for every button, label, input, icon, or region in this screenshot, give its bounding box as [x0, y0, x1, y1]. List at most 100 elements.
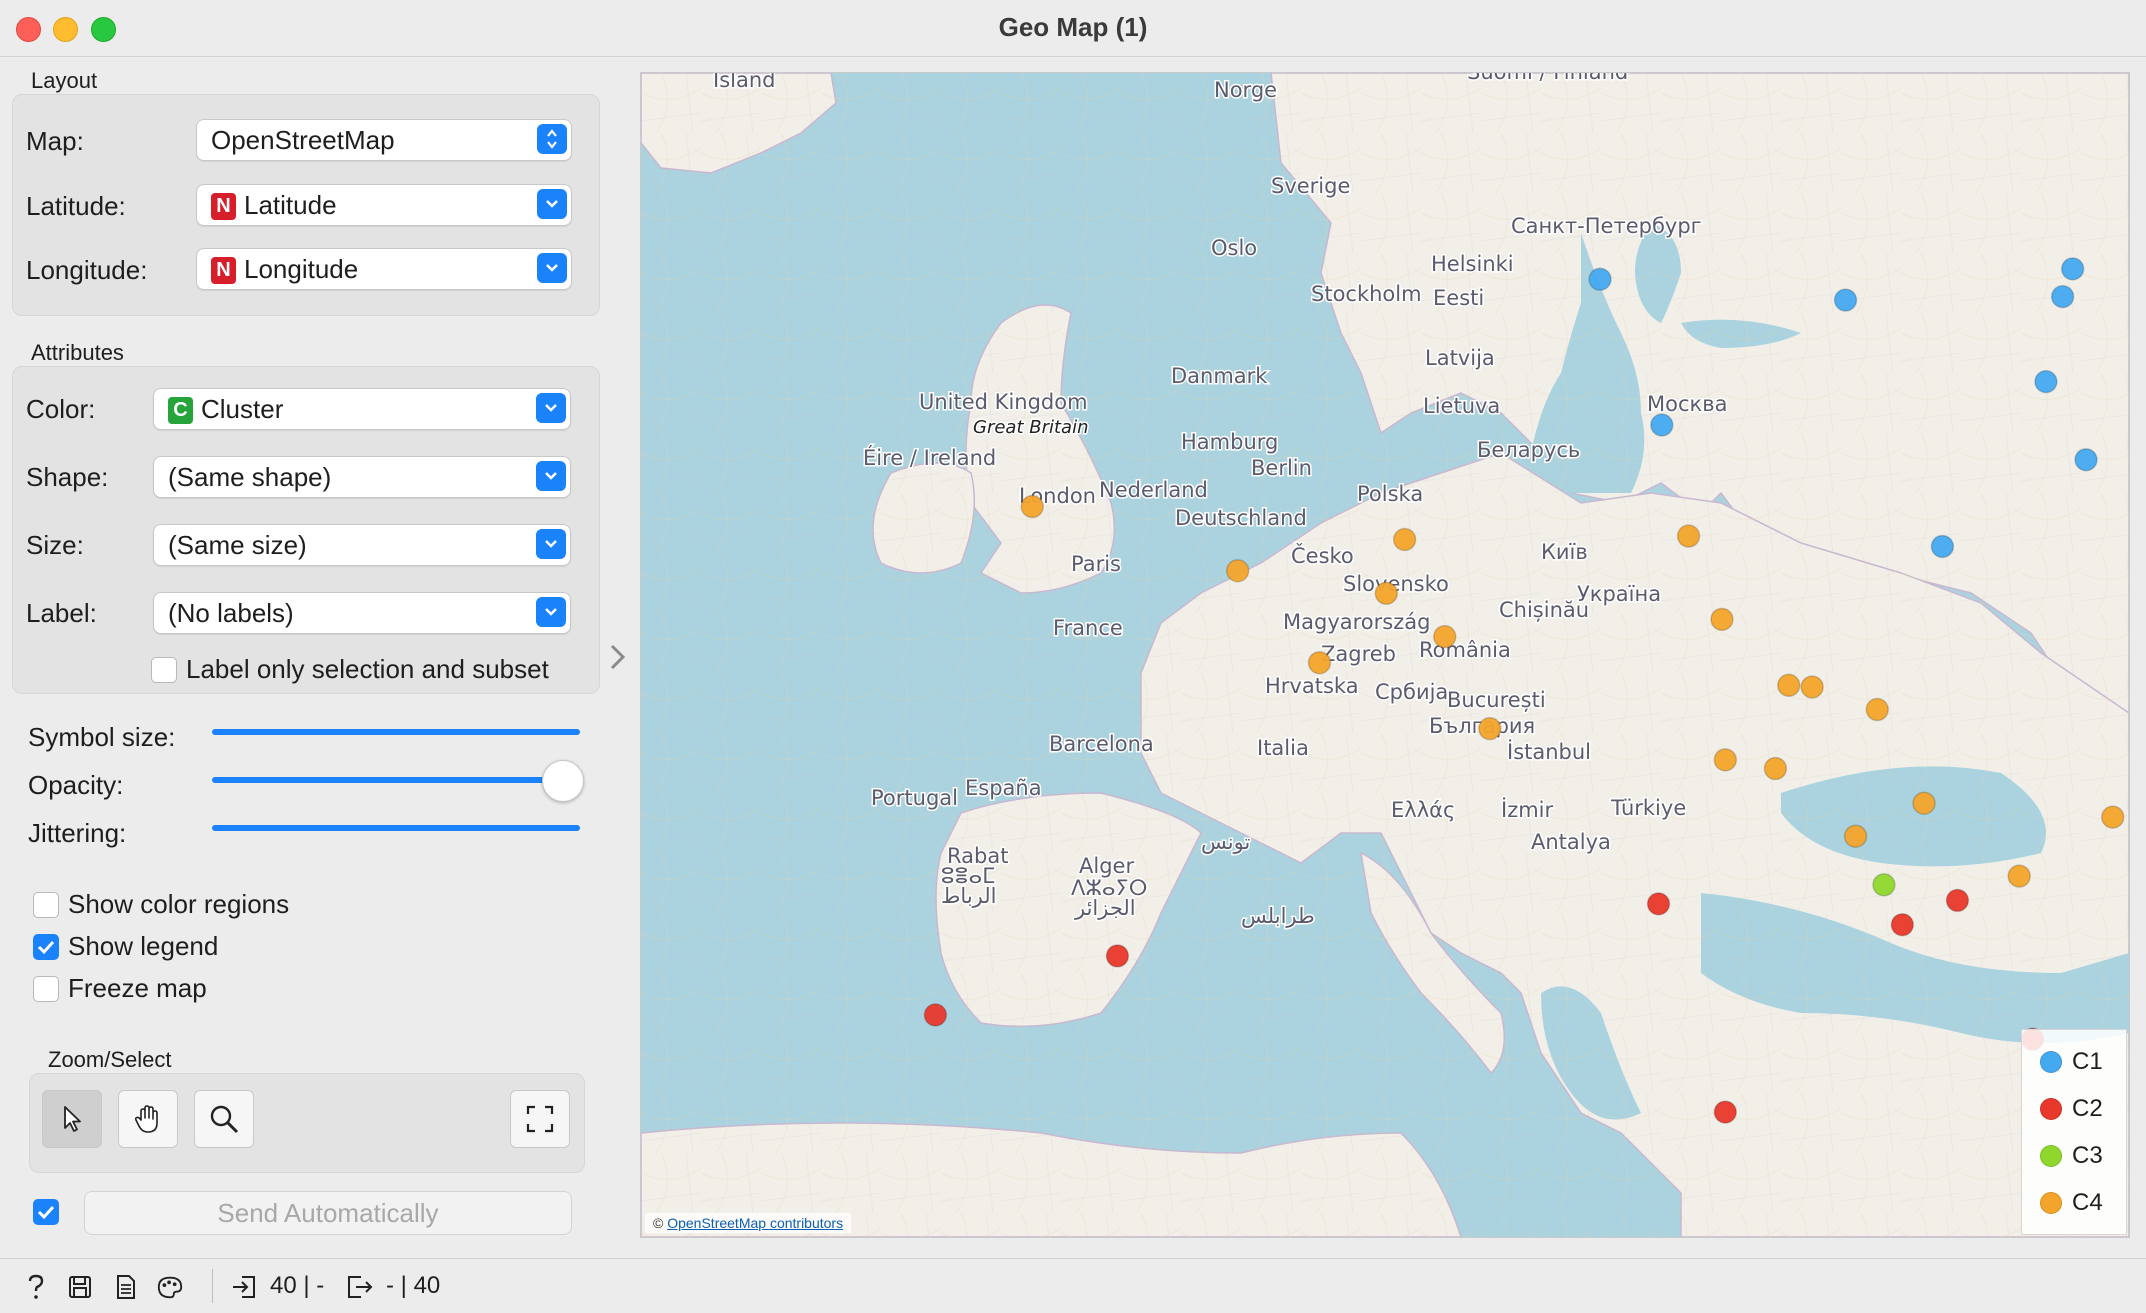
- data-point-c2[interactable]: [923, 1003, 948, 1027]
- data-point-c4[interactable]: [1843, 824, 1868, 848]
- place-label: تونس: [1201, 830, 1250, 854]
- data-point-c2[interactable]: [1713, 1100, 1738, 1124]
- data-point-c4[interactable]: [1912, 791, 1936, 815]
- data-point-c4[interactable]: [1478, 716, 1502, 741]
- data-point-c1[interactable]: [2060, 257, 2085, 281]
- report-icon[interactable]: [112, 1273, 140, 1301]
- data-point-c2[interactable]: [1945, 888, 1970, 913]
- place-label: España: [965, 776, 1042, 800]
- checkmark-icon: [37, 940, 55, 955]
- shape-select[interactable]: (Same shape): [153, 456, 571, 498]
- copyright-symbol: ©: [653, 1215, 664, 1231]
- place-label: Беларусь: [1477, 438, 1580, 462]
- place-label: Київ: [1541, 540, 1588, 564]
- place-label: Polska: [1357, 482, 1423, 506]
- opacity-slider[interactable]: [212, 777, 580, 783]
- data-point-c4[interactable]: [1432, 624, 1457, 649]
- data-point-c1[interactable]: [2034, 369, 2058, 394]
- data-point-c4[interactable]: [1763, 756, 1788, 781]
- data-point-c1[interactable]: [2050, 284, 2075, 309]
- data-point-c2[interactable]: [1646, 892, 1671, 916]
- data-point-c4[interactable]: [1800, 675, 1824, 699]
- pan-button[interactable]: [118, 1090, 178, 1148]
- place-label: Hrvatska: [1265, 674, 1359, 698]
- jittering-slider[interactable]: [212, 825, 580, 831]
- pointer-select-button[interactable]: [42, 1090, 102, 1148]
- label-select[interactable]: (No labels): [153, 592, 571, 634]
- send-automatically-button[interactable]: Send Automatically: [84, 1191, 572, 1235]
- place-label: București: [1447, 688, 1546, 712]
- attribution-link[interactable]: OpenStreetMap contributors: [667, 1215, 843, 1231]
- place-label: Island: [713, 73, 775, 92]
- latitude-select[interactable]: N Latitude: [196, 184, 572, 226]
- input-summary: 40 | -: [270, 1272, 325, 1299]
- place-label: Česko: [1291, 543, 1354, 568]
- data-point-c4[interactable]: [1307, 650, 1332, 675]
- longitude-label: Longitude:: [26, 255, 148, 285]
- data-point-c1[interactable]: [2074, 447, 2098, 472]
- size-select[interactable]: (Same size): [153, 524, 571, 566]
- symbol-size-slider[interactable]: [212, 729, 580, 735]
- place-label: Москва: [1647, 392, 1727, 416]
- data-point-c4[interactable]: [1020, 494, 1044, 519]
- place-label: Eesti: [1433, 286, 1484, 310]
- legend-swatch: [2040, 1051, 2062, 1073]
- data-point-c1[interactable]: [1930, 534, 1955, 559]
- data-point-c4[interactable]: [2007, 864, 2031, 888]
- magnifier-icon: [210, 1105, 239, 1134]
- data-point-c2[interactable]: [1890, 912, 1915, 937]
- freeze-map-checkbox[interactable]: [33, 976, 59, 1002]
- zoom-to-fit-button[interactable]: [510, 1090, 570, 1148]
- data-point-c4[interactable]: [1676, 524, 1701, 548]
- data-point-c4[interactable]: [1225, 559, 1250, 583]
- data-point-c1[interactable]: [1650, 413, 1674, 437]
- data-point-c3[interactable]: [1872, 873, 1896, 897]
- show-color-regions-checkbox[interactable]: [33, 892, 59, 918]
- help-icon[interactable]: [22, 1273, 50, 1301]
- map-select[interactable]: OpenStreetMap: [196, 119, 572, 161]
- place-label: Great Britain: [973, 417, 1088, 438]
- data-point-c4[interactable]: [1713, 748, 1738, 772]
- data-point-c4[interactable]: [1392, 527, 1417, 552]
- save-icon[interactable]: [66, 1273, 94, 1301]
- data-point-c1[interactable]: [1588, 267, 1612, 292]
- map-label: Map:: [26, 126, 84, 156]
- input-icon: [230, 1273, 258, 1301]
- place-label: Україна: [1577, 582, 1661, 606]
- show-legend-checkbox[interactable]: [33, 934, 59, 960]
- color-select[interactable]: C Cluster: [153, 388, 571, 430]
- status-bar: 40 | - - | 40: [0, 1258, 2146, 1313]
- place-label: Санкт-Петербург: [1511, 214, 1702, 238]
- chevron-down-icon: [537, 189, 567, 219]
- legend-item-c4: C4: [2040, 1185, 2103, 1221]
- latitude-select-value: Latitude: [244, 190, 337, 220]
- shape-select-value: (Same shape): [168, 462, 332, 492]
- place-label: Türkiye: [1610, 796, 1686, 820]
- palette-icon[interactable]: [156, 1273, 184, 1301]
- place-label: Alger: [1079, 854, 1134, 878]
- place-label: Zagreb: [1321, 642, 1396, 666]
- opacity-slider-handle[interactable]: [541, 760, 584, 802]
- place-label: Norge: [1214, 78, 1277, 102]
- map-view[interactable]: Island Norge Suomi / Finland Sverige Oslo Сан…: [640, 72, 2130, 1238]
- map-canvas[interactable]: Island Norge Suomi / Finland Sverige Oslo Сан…: [641, 73, 2129, 1237]
- zoom-button[interactable]: [194, 1090, 254, 1148]
- data-point-c4[interactable]: [1777, 673, 1801, 698]
- data-point-c2[interactable]: [1105, 944, 1130, 968]
- longitude-select[interactable]: N Longitude: [196, 248, 572, 290]
- data-point-c4[interactable]: [2100, 805, 2125, 829]
- data-point-c1[interactable]: [1833, 288, 1858, 312]
- data-point-c4[interactable]: [1710, 607, 1734, 632]
- collapse-panel-button[interactable]: [606, 640, 630, 674]
- data-point-c4[interactable]: [1865, 697, 1890, 722]
- status-separator: [212, 1269, 213, 1303]
- label-only-selection-label: Label only selection and subset: [186, 654, 549, 684]
- legend-item-c2: C2: [2040, 1091, 2103, 1127]
- data-point-c4[interactable]: [1374, 581, 1399, 606]
- place-label: طرابلس: [1241, 904, 1315, 928]
- label-only-selection-checkbox[interactable]: [151, 657, 177, 683]
- place-label: Nederland: [1099, 478, 1208, 502]
- place-label: Latvija: [1425, 346, 1495, 370]
- place-label: Deutschland: [1175, 506, 1307, 530]
- send-automatically-checkbox[interactable]: [33, 1199, 59, 1225]
